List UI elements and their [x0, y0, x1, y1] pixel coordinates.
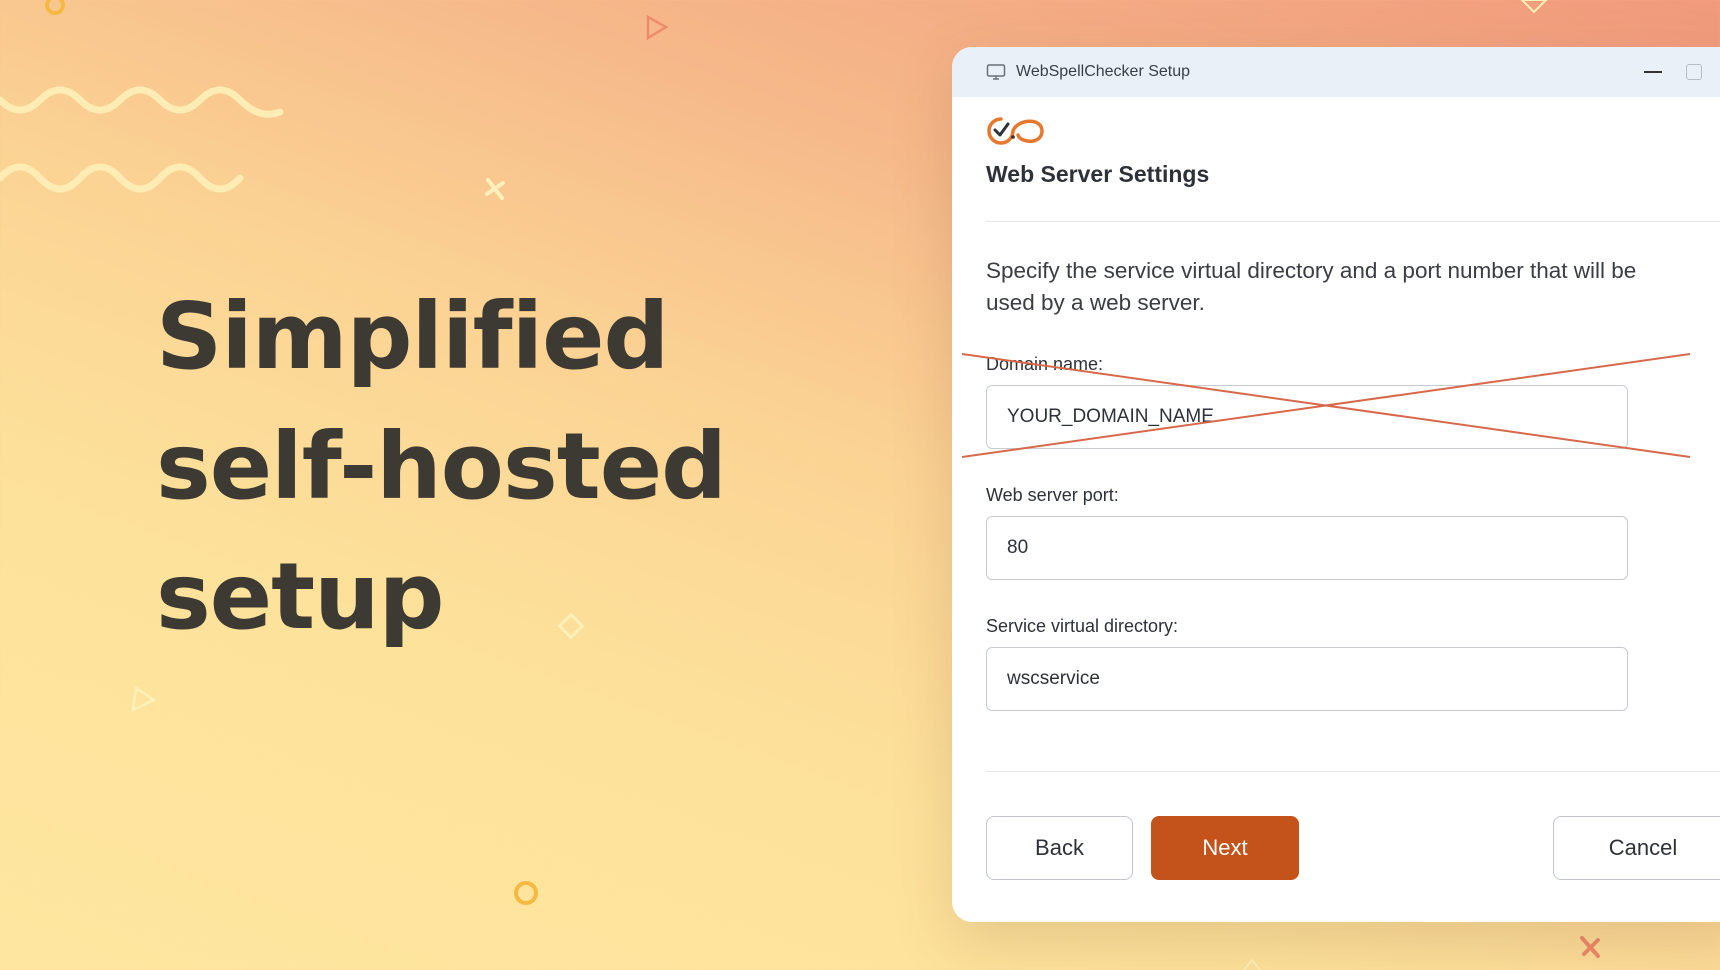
wave-shape [0, 86, 284, 118]
triangle-shape [1520, 0, 1548, 14]
section-title: Web Server Settings [986, 161, 1210, 187]
domain-name-label: Domain name: [986, 354, 1104, 374]
cancel-button[interactable]: Cancel [1553, 816, 1720, 880]
circle-shape [45, 0, 65, 15]
window-title: WebSpellChecker Setup [1016, 63, 1191, 80]
back-button[interactable]: Back [986, 816, 1133, 880]
circle-shape [514, 881, 538, 905]
window-titlebar: WebSpellChecker Setup [952, 47, 1720, 97]
domain-name-field[interactable] [986, 385, 1628, 449]
maximize-icon[interactable] [1686, 64, 1702, 80]
page-description: Specify the service virtual directory an… [986, 258, 1637, 315]
cross-shape [1580, 936, 1600, 958]
setup-window: WebSpellChecker Setup Web Server Setting… [952, 47, 1720, 922]
footer-divider [986, 771, 1720, 772]
service-virtual-directory-label: Service virtual directory: [986, 616, 1179, 636]
headline-line: self-hosted [156, 413, 727, 520]
webspellchecker-logo [986, 115, 1046, 152]
headline-line: Simplified [156, 283, 669, 390]
triangle-shape [646, 14, 669, 41]
headline-line: setup [156, 543, 444, 650]
triangle-shape [131, 685, 157, 713]
service-virtual-directory-field[interactable] [986, 647, 1628, 711]
plus-shape [485, 178, 505, 200]
headline: Simplified self-hosted setup [156, 272, 727, 662]
monitor-icon [986, 62, 1006, 82]
header-divider [986, 221, 1720, 222]
wave-shape [0, 163, 244, 193]
web-server-port-label: Web server port: [986, 485, 1119, 505]
triangle-shape [1243, 958, 1261, 970]
web-server-port-field[interactable] [986, 516, 1628, 580]
next-button[interactable]: Next [1151, 816, 1299, 880]
minimize-icon[interactable] [1644, 71, 1662, 73]
